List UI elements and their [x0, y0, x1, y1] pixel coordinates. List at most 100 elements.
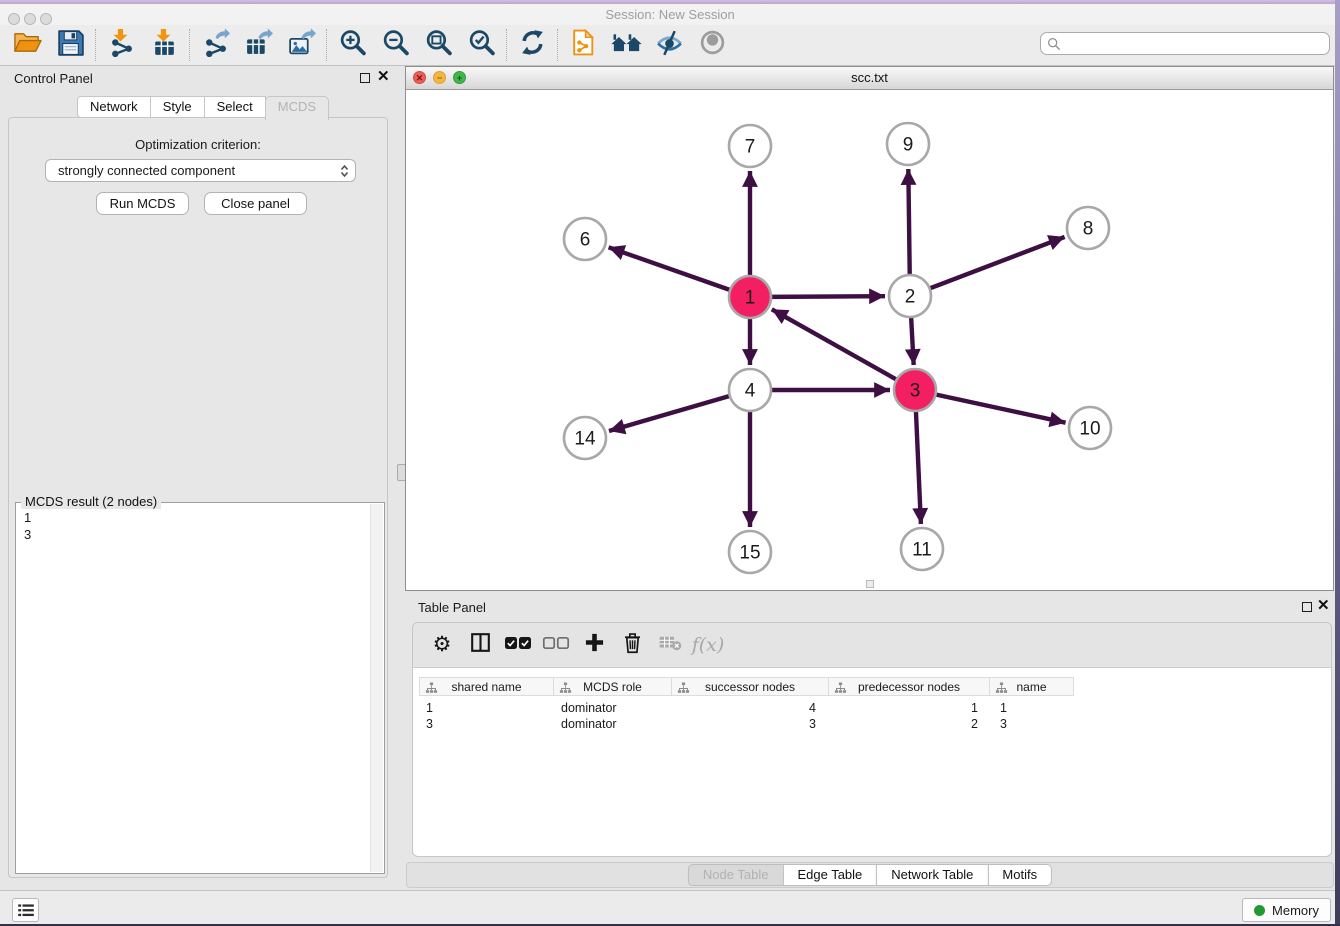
cell-predecessor-nodes[interactable]: 2	[831, 716, 993, 732]
close-window-button[interactable]	[8, 13, 20, 25]
column-header-successor-nodes[interactable]: successor nodes	[671, 677, 829, 696]
tab-style[interactable]: Style	[150, 96, 205, 118]
add-column-button[interactable]	[575, 626, 613, 664]
network-minimize-button[interactable]: −	[433, 71, 446, 84]
network-canvas[interactable]: 7 9 6 8 1 2 4 3 14 10 15 11	[406, 89, 1333, 590]
tab-network[interactable]: Network	[77, 96, 151, 118]
settings-button[interactable]: ⚙	[423, 626, 461, 664]
cell-successor-nodes[interactable]: 4	[673, 700, 831, 716]
graph-edge-1-2[interactable]	[770, 296, 885, 297]
task-history-button[interactable]	[12, 898, 39, 922]
table-panel-close-icon[interactable]: ✕	[1317, 600, 1330, 612]
table-row[interactable]: 3dominator323	[419, 716, 1331, 732]
svg-text:6: 6	[580, 230, 591, 251]
memory-button[interactable]: Memory	[1242, 898, 1331, 922]
first-neighbors-button[interactable]	[605, 27, 648, 64]
graph-edge-1-6[interactable]	[609, 247, 732, 290]
column-header-predecessor-nodes[interactable]: predecessor nodes	[828, 677, 990, 696]
graph-node-15[interactable]: 15	[729, 531, 771, 573]
search-input[interactable]	[1065, 35, 1329, 52]
table-row[interactable]: 1dominator411	[419, 700, 1331, 716]
column-header-shared-name[interactable]: shared name	[419, 677, 554, 696]
graph-node-3[interactable]: 3	[894, 369, 936, 411]
tab-select[interactable]: Select	[204, 96, 266, 118]
import-table-button[interactable]	[143, 27, 186, 64]
graph-edge-4-14[interactable]	[609, 396, 731, 431]
save-session-button[interactable]	[49, 27, 92, 64]
cell-successor-nodes[interactable]: 3	[673, 716, 831, 732]
network-graph[interactable]: 7 9 6 8 1 2 4 3 14 10 15 11	[406, 89, 1333, 590]
table-panel-float-icon[interactable]	[1302, 602, 1312, 612]
cell-shared-name[interactable]: 1	[419, 700, 554, 716]
cell-name[interactable]: 3	[993, 716, 1078, 732]
network-close-button[interactable]: ✕	[413, 71, 426, 84]
graph-node-4[interactable]: 4	[729, 369, 771, 411]
column-header-name[interactable]: name	[989, 677, 1074, 696]
graph-edge-2-8[interactable]	[929, 237, 1065, 289]
import-network-button[interactable]	[100, 27, 143, 64]
export-network-button[interactable]	[194, 27, 237, 64]
refresh-button[interactable]	[511, 27, 554, 64]
window-traffic-lights[interactable]	[8, 13, 52, 25]
svg-text:1: 1	[745, 288, 756, 309]
network-window-title: scc.txt	[406, 67, 1333, 89]
split-view-button[interactable]	[461, 626, 499, 664]
delete-column-button[interactable]	[613, 626, 651, 664]
graph-edge-3-10[interactable]	[935, 394, 1066, 422]
delete-column-icon	[622, 631, 643, 659]
graph-node-6[interactable]: 6	[564, 218, 606, 260]
open-session-button[interactable]	[6, 27, 49, 64]
graph-node-2[interactable]: 2	[889, 275, 931, 317]
cell-shared-name[interactable]: 3	[419, 716, 554, 732]
mcds-result-scrollbar[interactable]	[370, 504, 383, 872]
minimize-window-button[interactable]	[24, 13, 36, 25]
node-table-container: ⚙f(x) shared nameMCDS rolesuccessor node…	[412, 622, 1332, 857]
tab-network-table[interactable]: Network Table	[876, 864, 988, 886]
column-header-mcds-role[interactable]: MCDS role	[553, 677, 672, 696]
cell-name[interactable]: 1	[993, 700, 1078, 716]
zoom-fit-button[interactable]	[417, 27, 460, 64]
graph-edge-2-9[interactable]	[908, 169, 909, 276]
new-network-from-selection-button[interactable]	[562, 27, 605, 64]
graph-node-10[interactable]: 10	[1069, 407, 1111, 449]
export-image-button[interactable]	[280, 27, 323, 64]
tab-motifs[interactable]: Motifs	[987, 864, 1052, 886]
zoom-selected-button[interactable]	[460, 27, 503, 64]
graph-node-14[interactable]: 14	[564, 417, 606, 459]
graph-node-8[interactable]: 8	[1067, 207, 1109, 249]
tab-mcds[interactable]: MCDS	[265, 96, 329, 120]
graph-node-7[interactable]: 7	[729, 125, 771, 167]
control-panel-close-icon[interactable]: ✕	[377, 71, 390, 83]
optimization-criterion-select[interactable]: strongly connected component	[45, 159, 356, 182]
network-resize-handle[interactable]	[866, 580, 874, 588]
close-panel-button[interactable]: Close panel	[204, 192, 307, 215]
graph-node-1[interactable]: 1	[729, 276, 771, 318]
cell-predecessor-nodes[interactable]: 1	[831, 700, 993, 716]
tab-node-table[interactable]: Node Table	[688, 864, 784, 886]
hide-selected-button[interactable]	[648, 27, 691, 64]
cell-mcds-role[interactable]: dominator	[554, 700, 673, 716]
zoom-window-button[interactable]	[40, 13, 52, 25]
network-window-titlebar[interactable]: ✕ − + scc.txt	[406, 67, 1333, 90]
graph-edge-2-3[interactable]	[911, 316, 914, 365]
graph-edge-3-11[interactable]	[916, 410, 921, 524]
zoom-out-button[interactable]	[374, 27, 417, 64]
cell-mcds-role[interactable]: dominator	[554, 716, 673, 732]
graph-edge-3-1[interactable]	[772, 309, 898, 380]
column-header-label: shared name	[451, 680, 521, 694]
show-all-button[interactable]	[691, 27, 734, 64]
export-table-button[interactable]	[237, 27, 280, 64]
deselect-all-columns-button[interactable]	[537, 626, 575, 664]
graph-node-11[interactable]: 11	[901, 528, 943, 570]
graph-node-9[interactable]: 9	[887, 123, 929, 165]
run-mcds-button[interactable]: Run MCDS	[96, 192, 189, 215]
search-box[interactable]	[1040, 32, 1330, 55]
svg-text:7: 7	[745, 137, 756, 158]
import-network-icon	[107, 28, 136, 62]
select-all-columns-button[interactable]	[499, 626, 537, 664]
zoom-in-button[interactable]	[331, 27, 374, 64]
network-zoom-button[interactable]: +	[453, 71, 466, 84]
tab-edge-table[interactable]: Edge Table	[782, 864, 877, 886]
control-panel-float-icon[interactable]	[360, 73, 370, 83]
mcds-result-list[interactable]: 13	[16, 505, 39, 547]
